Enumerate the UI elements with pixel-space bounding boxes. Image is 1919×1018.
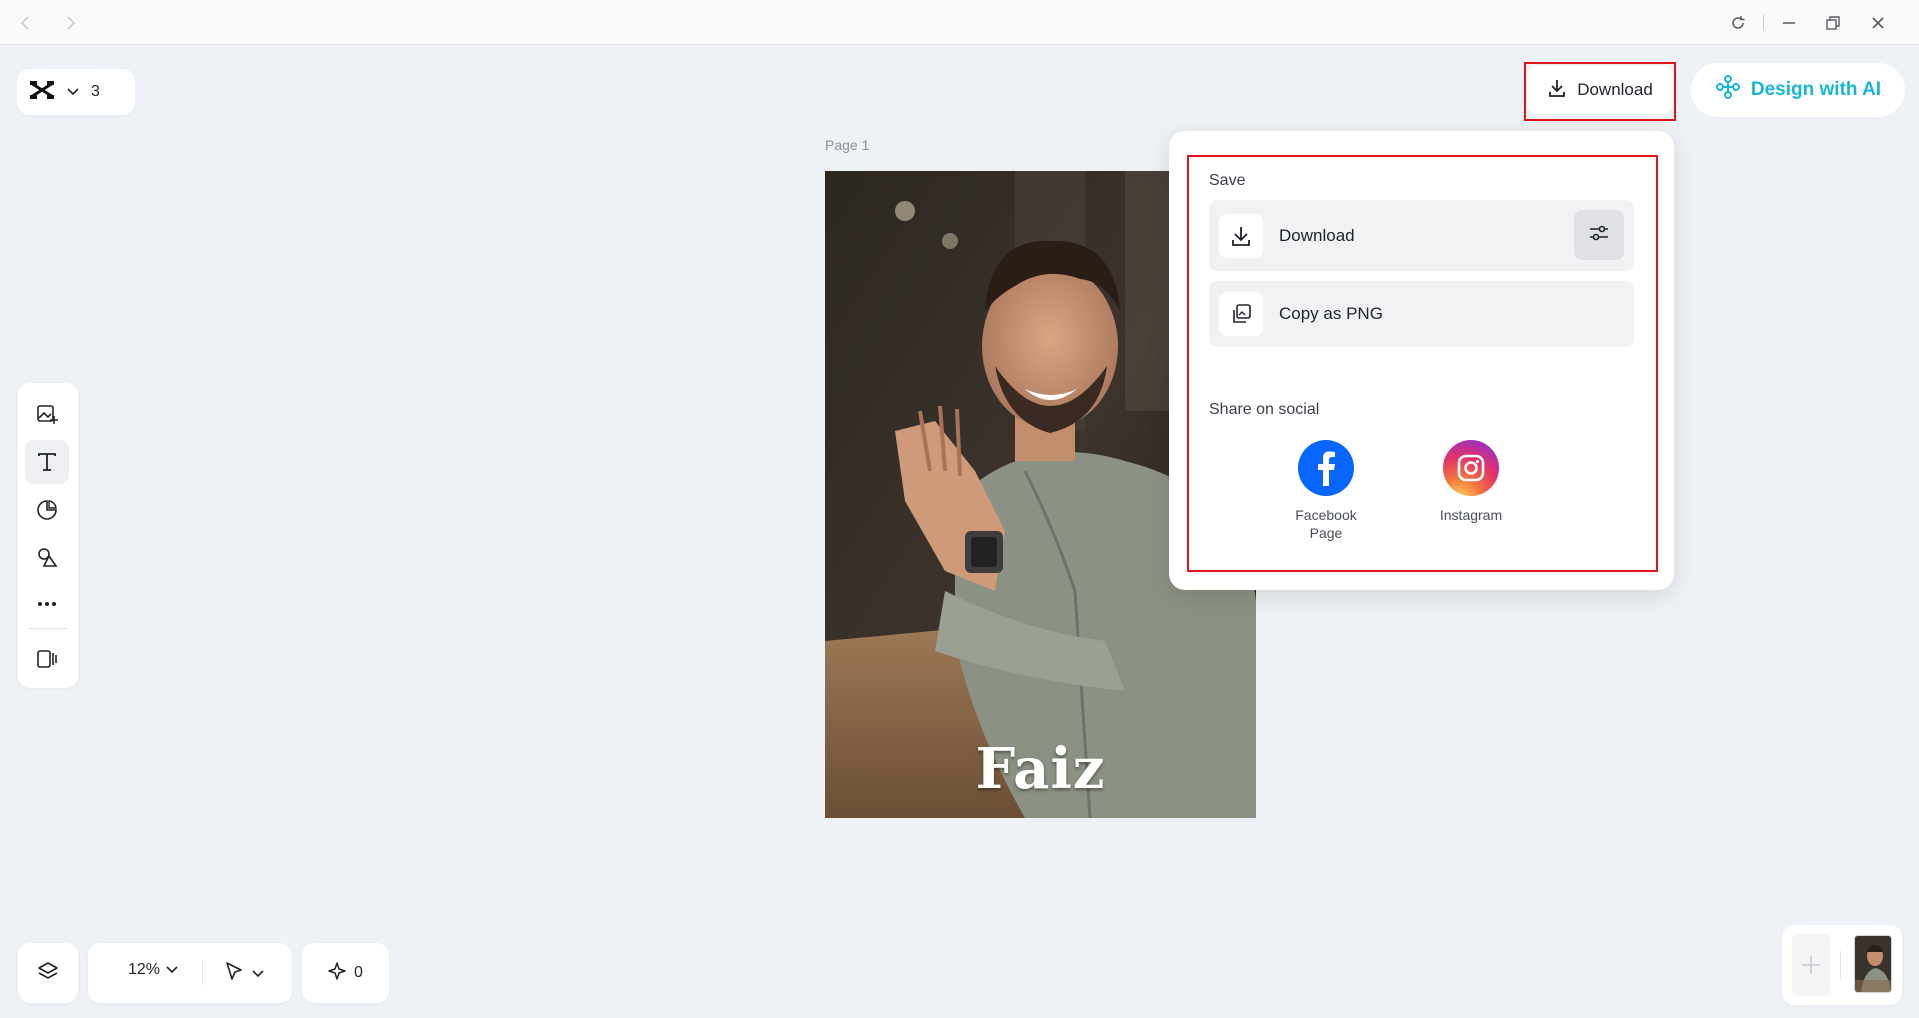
forward-icon[interactable] — [58, 11, 82, 35]
facebook-icon — [1298, 440, 1354, 496]
layers-icon — [37, 960, 59, 987]
download-settings-button[interactable] — [1574, 210, 1624, 260]
ai-sparkle-icon — [1715, 74, 1741, 106]
back-icon[interactable] — [14, 11, 38, 35]
add-page-button[interactable] — [1792, 934, 1830, 996]
copy-as-png-option[interactable]: Copy as PNG — [1209, 281, 1634, 347]
zoom-controls: 12% — [88, 943, 292, 1003]
ai-credits-count: 0 — [354, 964, 363, 981]
restore-icon[interactable] — [1821, 11, 1845, 35]
chevron-down-icon — [166, 961, 178, 979]
close-icon[interactable] — [1866, 11, 1890, 35]
pointer-tool-select[interactable] — [224, 961, 264, 986]
download-icon — [1219, 213, 1263, 258]
zoom-divider — [202, 961, 203, 985]
pages-divider — [1840, 951, 1841, 979]
design-with-ai-button[interactable]: Design with AI — [1691, 63, 1905, 117]
text-icon[interactable] — [25, 440, 69, 484]
chevron-down-icon[interactable] — [67, 83, 79, 101]
facebook-page-share[interactable]: Facebook Page — [1276, 440, 1376, 542]
download-button-label: Download — [1577, 80, 1653, 99]
zoom-select[interactable]: 12% — [128, 961, 178, 979]
brand-kit-icon[interactable] — [25, 637, 69, 681]
chevron-down-icon — [252, 965, 264, 983]
instagram-icon — [1443, 440, 1499, 496]
download-option-label: Download — [1279, 225, 1355, 245]
page-label: Page 1 — [825, 137, 870, 153]
refresh-icon[interactable] — [1726, 11, 1750, 35]
facebook-page-label: Facebook Page — [1295, 507, 1357, 541]
project-count: 3 — [91, 83, 100, 100]
download-option[interactable]: Download — [1209, 200, 1634, 271]
sparkle-icon — [328, 961, 346, 985]
copy-image-icon — [1219, 292, 1263, 336]
instagram-label: Instagram — [1439, 507, 1503, 523]
project-menu[interactable]: 3 — [17, 69, 135, 115]
more-icon[interactable] — [25, 582, 69, 626]
share-section-title: Share on social — [1209, 401, 1320, 418]
titlebar-separator — [1763, 15, 1764, 30]
zoom-value: 12% — [128, 961, 161, 978]
photo-text-overlay[interactable]: Faiz — [825, 736, 1256, 802]
instagram-share[interactable]: Instagram — [1421, 440, 1521, 524]
sticker-icon[interactable] — [25, 488, 69, 532]
capcut-logo-icon — [29, 79, 55, 106]
shapes-icon[interactable] — [25, 535, 69, 579]
pages-panel — [1782, 925, 1902, 1005]
minimize-icon[interactable] — [1777, 11, 1801, 35]
download-button[interactable]: Download — [1527, 66, 1673, 114]
title-bar — [0, 0, 1919, 45]
design-with-ai-label: Design with AI — [1750, 79, 1882, 100]
toolbar-divider — [28, 628, 68, 629]
ai-credits-button[interactable]: 0 — [302, 943, 389, 1003]
download-icon — [1547, 78, 1567, 103]
page-thumbnail[interactable] — [1854, 935, 1892, 993]
save-section-title: Save — [1209, 172, 1246, 189]
download-popup: Save Download Copy as PNG Share on socia… — [1169, 131, 1674, 590]
pointer-icon — [224, 961, 244, 986]
left-toolbar — [18, 383, 78, 688]
add-image-icon[interactable] — [25, 392, 69, 436]
layers-button[interactable] — [18, 943, 78, 1003]
copy-as-png-label: Copy as PNG — [1279, 304, 1383, 323]
sliders-icon — [1588, 222, 1610, 249]
